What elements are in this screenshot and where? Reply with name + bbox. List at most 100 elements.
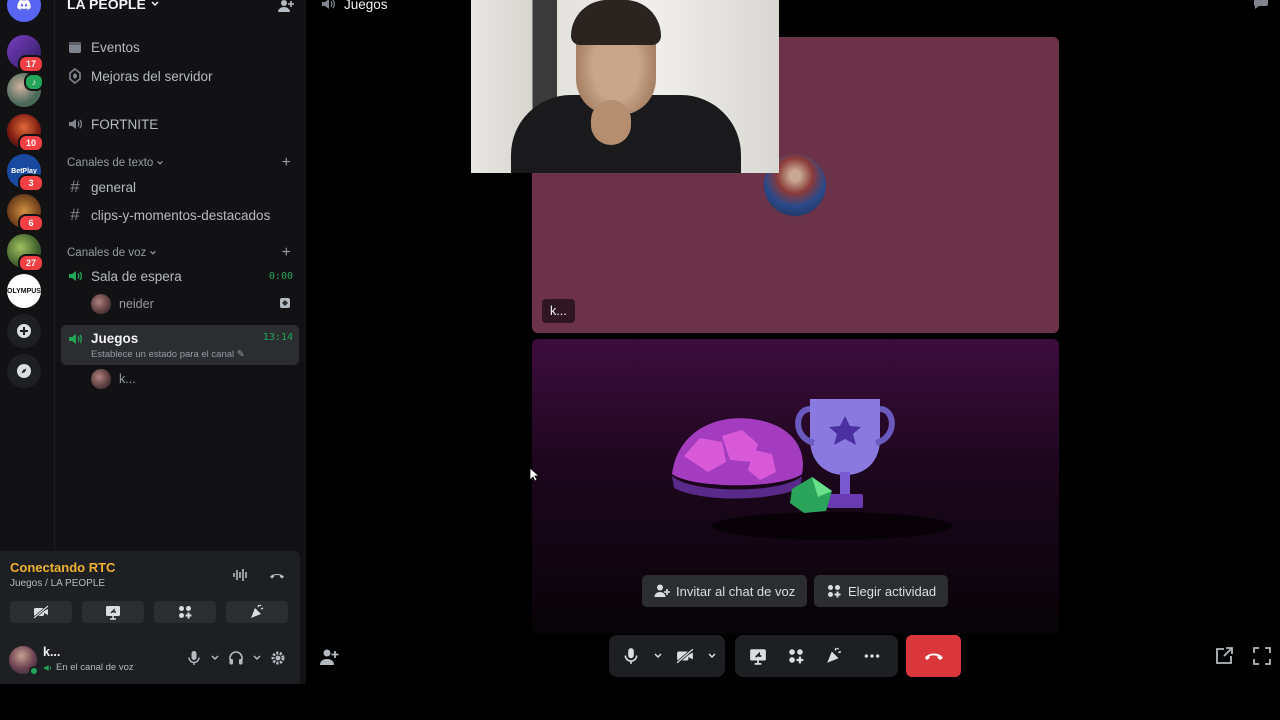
add-channel-icon[interactable]: +: [282, 245, 291, 261]
unread-badge: 10: [18, 134, 44, 152]
speaker-icon: [69, 119, 82, 129]
voice-stage: Juegos k... Invitar al chat de voz Elegi…: [306, 0, 1280, 684]
chat-bubble-icon[interactable]: [1252, 0, 1270, 10]
boost-gem-icon: [69, 68, 81, 84]
chevron-down-icon[interactable]: [252, 653, 262, 663]
discord-home-button[interactable]: [7, 0, 41, 22]
activities-button[interactable]: [154, 601, 216, 623]
events-item[interactable]: Eventos: [67, 39, 140, 55]
person-hair: [571, 0, 661, 45]
plus-circle-icon: [17, 324, 31, 338]
user-name[interactable]: k...: [43, 645, 60, 659]
fullscreen-icon[interactable]: [1252, 646, 1272, 666]
invite-member-icon[interactable]: [277, 0, 295, 14]
activity-icon: [280, 298, 290, 308]
voice-timer: 0:00: [268, 270, 293, 282]
screen-share-icon: [750, 649, 766, 665]
server-header[interactable]: LA PEOPLE: [67, 0, 160, 12]
more-options-button[interactable]: [855, 639, 889, 673]
choose-activity-button[interactable]: Elegir actividad: [814, 575, 949, 607]
invite-voice-button[interactable]: Invitar al chat de voz: [642, 575, 808, 607]
speaker-icon: [44, 664, 51, 671]
text-channels-category[interactable]: Canales de texto +: [67, 155, 291, 171]
discover-button[interactable]: [7, 354, 41, 388]
add-server-button[interactable]: [7, 314, 41, 348]
hang-up-icon: [924, 653, 943, 660]
channel-clips[interactable]: # clips-y-momentos-destacados: [67, 205, 303, 225]
connection-location[interactable]: Juegos / LA PEOPLE: [10, 578, 105, 589]
channel-name: general: [91, 179, 137, 195]
mic-options-button[interactable]: [652, 639, 665, 673]
gear-icon[interactable]: [270, 650, 286, 666]
soundboard-button[interactable]: [817, 639, 851, 673]
microphone-icon[interactable]: [186, 650, 202, 666]
speaker-icon: [322, 0, 335, 9]
channel-fortnite[interactable]: FORTNITE: [67, 116, 158, 132]
share-controls: [735, 635, 898, 677]
server-icon-1[interactable]: 17: [7, 35, 44, 73]
screen-share-button[interactable]: [741, 639, 775, 673]
person-hand: [591, 100, 631, 145]
activity-tile: Invitar al chat de voz Elegir actividad: [532, 339, 1059, 634]
camera-button[interactable]: [669, 639, 702, 673]
user-status: En el canal de voz: [43, 662, 134, 673]
chevron-down-icon[interactable]: [210, 653, 220, 663]
server-icon-2[interactable]: ♪: [7, 73, 44, 107]
user-bar: k... En el canal de voz: [0, 639, 300, 684]
avatar: [91, 369, 111, 389]
server-icon-5[interactable]: 6: [7, 194, 44, 232]
discord-logo-icon: [17, 0, 31, 10]
channel-name: clips-y-momentos-destacados: [91, 207, 271, 223]
activities-icon: [828, 585, 841, 598]
avatar: [91, 294, 111, 314]
audio-video-controls: [609, 635, 725, 677]
user-name: neider: [119, 297, 154, 311]
channel-name: FORTNITE: [91, 116, 159, 132]
server-icon-6[interactable]: 27: [7, 234, 44, 272]
popout-icon[interactable]: [1214, 646, 1234, 666]
screen-share-button[interactable]: [82, 601, 144, 623]
channel-general[interactable]: # general: [67, 177, 303, 197]
camera-preview[interactable]: [471, 0, 779, 173]
unread-badge: 27: [18, 254, 44, 272]
server-icon-3[interactable]: 10: [7, 114, 44, 152]
disconnect-button[interactable]: [906, 635, 961, 677]
screen-bottom-bar: [0, 684, 1280, 720]
stage-title-text: Juegos: [344, 0, 388, 12]
participant-name-tag: k...: [542, 299, 575, 323]
voice-channels-category[interactable]: Canales de voz +: [67, 245, 291, 261]
mute-button[interactable]: [615, 639, 648, 673]
microphone-icon: [624, 648, 638, 664]
camera-options-button[interactable]: [706, 639, 719, 673]
activities-icon: [179, 606, 192, 619]
category-label: Canales de voz: [67, 247, 147, 259]
compass-icon: [17, 364, 31, 378]
activities-button[interactable]: [779, 639, 813, 673]
soundboard-button[interactable]: [226, 601, 288, 623]
server-avatar: OLYMPUS: [7, 274, 41, 308]
invite-user-icon[interactable]: [319, 647, 339, 667]
chevron-down-icon: [708, 653, 716, 659]
more-icon: [864, 654, 880, 658]
server-boosts-item[interactable]: Mejoras del servidor: [67, 68, 213, 84]
add-channel-icon[interactable]: +: [282, 155, 291, 171]
unread-badge: 3: [18, 174, 44, 192]
channel-sala-de-espera[interactable]: Sala de espera 0:00: [67, 268, 293, 284]
voice-user-k[interactable]: k...: [91, 369, 136, 389]
invite-label: Invitar al chat de voz: [676, 583, 796, 599]
noise-suppression-icon[interactable]: [232, 567, 250, 583]
disconnect-icon[interactable]: [268, 567, 286, 583]
screen-share-icon: [106, 606, 120, 620]
server-icon-olympus[interactable]: OLYMPUS: [7, 274, 41, 308]
trophy-illustration: [672, 399, 952, 540]
connection-status[interactable]: Conectando RTC: [10, 560, 115, 575]
calendar-icon: [69, 42, 81, 53]
camera-toggle-button[interactable]: [10, 601, 72, 623]
voice-user-neider[interactable]: neider: [91, 294, 154, 314]
chevron-down-icon: [150, 250, 157, 255]
channel-juegos-active[interactable]: Juegos 13:14 Establece un estado para el…: [61, 325, 299, 365]
headphones-icon[interactable]: [228, 650, 244, 666]
channel-status[interactable]: Establece un estado para el canal ✎: [91, 349, 245, 360]
server-icon-betplay[interactable]: BetPlay 3: [7, 154, 44, 192]
camera-off-icon: [33, 605, 49, 619]
